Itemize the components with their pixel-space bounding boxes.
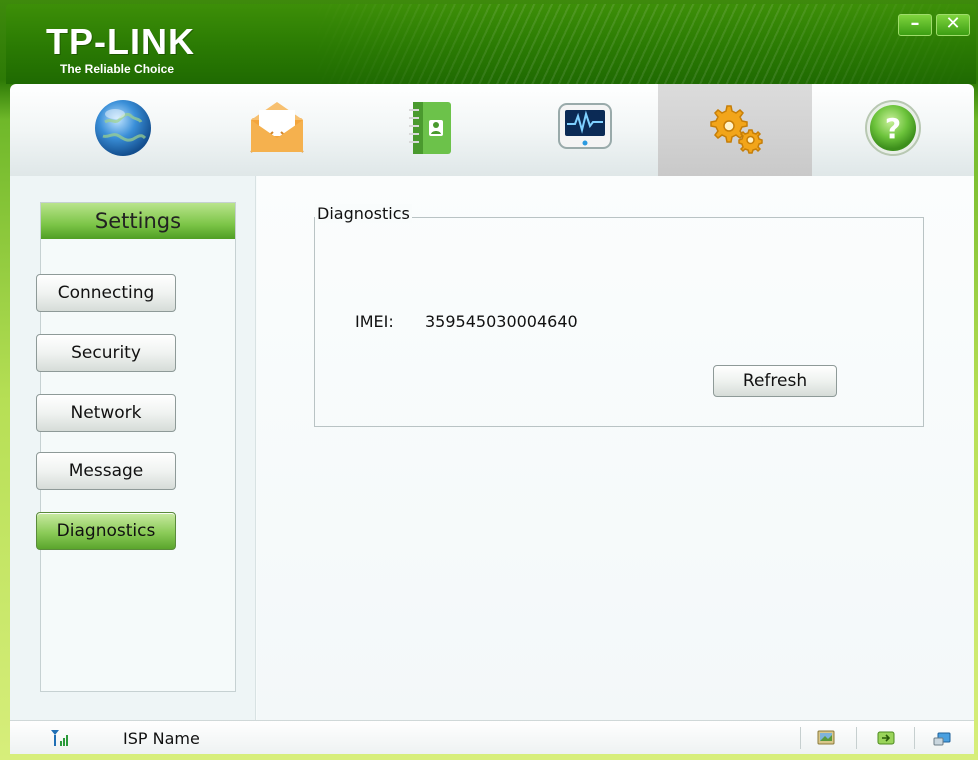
contacts-book-icon <box>409 102 451 154</box>
title-bar: TP-LINK The Reliable Choice <box>6 4 976 84</box>
status-bar: ISP Name <box>10 720 974 754</box>
gears-settings-icon <box>710 105 763 154</box>
monitor-statistics-icon <box>558 103 612 149</box>
message-button[interactable]: Message <box>36 452 176 490</box>
minimize-button[interactable]: – <box>898 14 932 36</box>
diagnostics-button[interactable]: Diagnostics <box>36 512 176 550</box>
status-separator <box>800 727 801 749</box>
content-area: Settings Connecting Security Network Mes… <box>10 176 974 720</box>
connecting-button[interactable]: Connecting <box>36 274 176 312</box>
connection-icon[interactable] <box>876 729 896 747</box>
main-toolbar: ? <box>10 84 974 176</box>
left-pane: Settings Connecting Security Network Mes… <box>10 176 256 720</box>
globe-icon <box>95 100 151 156</box>
toolbar-contacts[interactable] <box>354 84 508 176</box>
brand-tagline: The Reliable Choice <box>60 62 175 76</box>
toolbar-internet[interactable] <box>46 84 200 176</box>
toolbar-statistics[interactable] <box>508 84 662 176</box>
refresh-button[interactable]: Refresh <box>713 365 837 397</box>
app-window: TP-LINK The Reliable Choice – ✕ ? Settin… <box>0 0 978 760</box>
usb-device-icon[interactable] <box>932 729 952 747</box>
settings-header: Settings <box>41 203 235 239</box>
close-button[interactable]: ✕ <box>936 14 970 36</box>
security-button[interactable]: Security <box>36 334 176 372</box>
envelope-icon <box>250 102 304 153</box>
toolbar-messages[interactable] <box>200 84 354 176</box>
diagnostics-pane: Diagnostics IMEI: 359545030004640 Refres… <box>257 176 974 720</box>
sms-image-icon[interactable] <box>816 729 836 747</box>
toolbar-help[interactable]: ? <box>816 84 970 176</box>
toolbar-settings[interactable] <box>658 84 812 176</box>
status-separator <box>856 727 857 749</box>
imei-label: IMEI: <box>355 312 394 331</box>
imei-value: 359545030004640 <box>425 312 578 331</box>
status-separator <box>914 727 915 749</box>
signal-strength-icon <box>51 730 68 746</box>
groupbox-title: Diagnostics <box>315 204 412 223</box>
help-icon: ? <box>865 100 921 156</box>
help-glyph: ? <box>885 112 901 145</box>
brand-logo: TP-LINK <box>46 21 195 62</box>
network-button[interactable]: Network <box>36 394 176 432</box>
isp-name: ISP Name <box>123 729 200 748</box>
